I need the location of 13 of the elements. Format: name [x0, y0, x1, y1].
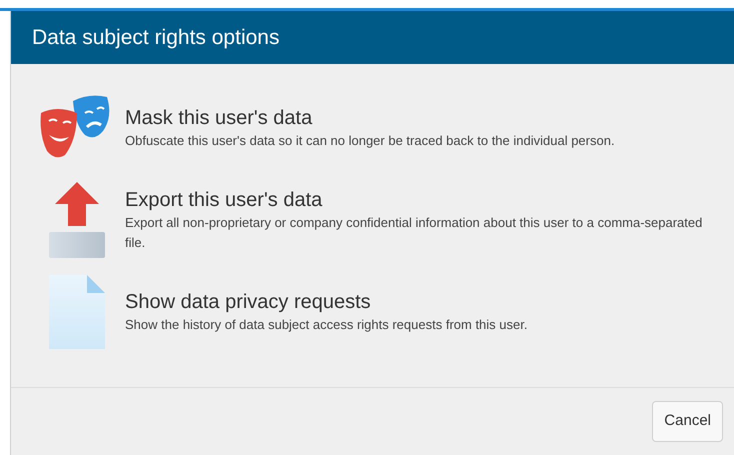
option-item[interactable]: Mask this user's data Obfuscate this user's data so it can no longer be traced back to the individual person.	[37, 90, 724, 166]
dialog-title: Data subject rights options	[32, 24, 280, 51]
option-description: Show the history of data subject access rights requests from this user.	[125, 316, 528, 334]
option-item[interactable]: Show data privacy requests Show the history of data subject access rights requests from this user.	[37, 274, 724, 350]
option-item[interactable]: Export this user's data Export all non-proprietary or company confidential information about this user to a comma-separated file.	[37, 182, 724, 258]
cancel-button[interactable]: Cancel	[652, 401, 723, 442]
upload-arrow-icon	[49, 182, 105, 258]
option-description: Export all non-proprietary or company confidential information about this user to a comma-separated file.	[125, 214, 704, 252]
option-title: Show data privacy requests	[125, 290, 372, 315]
option-title: Mask this user's data	[125, 106, 314, 131]
option-title: Export this user's data	[125, 188, 324, 213]
option-description: Obfuscate this user's data so it can no longer be traced back to the individual person.	[125, 132, 615, 150]
document-icon	[49, 275, 105, 349]
